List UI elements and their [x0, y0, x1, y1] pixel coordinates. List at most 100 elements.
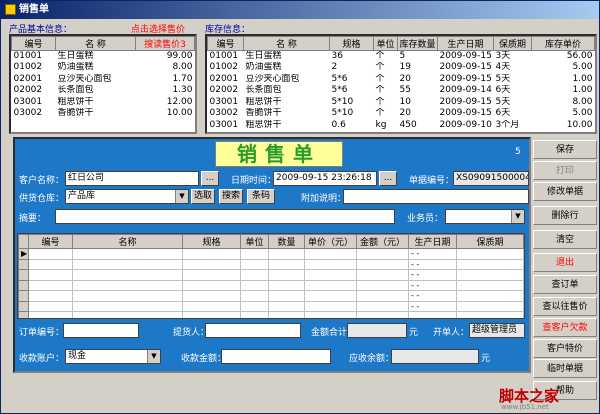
detail-cell[interactable]	[304, 279, 357, 291]
detail-cell[interactable]	[456, 290, 524, 302]
product-grid[interactable]: 编号名 称搜读售价3 01001 生日蛋糕 99.00 01002 奶油蛋糕 8.00 020…	[9, 34, 197, 134]
detail-cell[interactable]	[304, 290, 357, 302]
detail-cell[interactable]	[268, 279, 305, 291]
detail-cell[interactable]	[240, 279, 269, 291]
detail-cell[interactable]	[356, 290, 409, 302]
detail-cell[interactable]	[408, 311, 457, 318]
detail-cell[interactable]	[72, 300, 183, 312]
detail-grid[interactable]: 编号 名称 规格 单位 数量 单价（元） 金额（元） 生产日期 保质期 ▶ - -- -- -- -…	[17, 233, 525, 319]
detail-cell[interactable]	[356, 300, 409, 312]
customer-field[interactable]: 红日公司	[65, 171, 199, 186]
stock-row[interactable]: 01001 生日蛋糕 36 个 5 2009-09-15 3天 56.00	[208, 51, 595, 63]
product-col-header[interactable]: 名 称	[55, 36, 136, 51]
detail-cell[interactable]	[182, 269, 241, 281]
detail-cell[interactable]	[456, 300, 524, 312]
note-field[interactable]	[343, 189, 529, 204]
sidebar-button[interactable]: 打印	[533, 161, 597, 180]
detail-cell[interactable]	[356, 311, 409, 318]
detail-cell[interactable]	[72, 269, 183, 281]
detail-cell[interactable]	[268, 269, 305, 281]
detail-cell[interactable]	[182, 290, 241, 302]
detail-cell[interactable]: - -	[408, 279, 457, 291]
stock-col-header[interactable]: 单位	[373, 36, 398, 51]
sidebar-button[interactable]: 退出	[533, 253, 597, 272]
row-selector[interactable]	[18, 279, 29, 291]
sidebar-button[interactable]: 删除行	[533, 206, 597, 225]
detail-col-header[interactable]: 金额（元）	[356, 234, 409, 249]
detail-cell[interactable]	[456, 279, 524, 291]
detail-cell[interactable]: - -	[408, 290, 457, 302]
detail-cell[interactable]	[28, 300, 73, 312]
sidebar-button[interactable]: 查订单	[533, 275, 597, 294]
product-col-header[interactable]: 搜读售价3	[135, 36, 195, 51]
detail-col-header[interactable]: 名称	[72, 234, 183, 249]
sidebar-button[interactable]: 保存	[533, 140, 597, 159]
detail-cell[interactable]: - -	[408, 258, 457, 270]
detail-cell[interactable]	[72, 279, 183, 291]
sidebar-button[interactable]: 修改单据	[533, 182, 597, 201]
stock-col-header[interactable]: 保质期	[493, 36, 532, 51]
stock-row[interactable]: 02002 长条面包 5*6 个 55 2009-09-14 6天 1.00	[208, 85, 595, 97]
row-selector[interactable]	[18, 311, 29, 318]
detail-cell[interactable]	[28, 258, 73, 270]
detail-cell[interactable]	[182, 248, 241, 260]
product-row[interactable]: 02002 长条面包 1.30	[12, 85, 195, 97]
detail-cell[interactable]	[268, 300, 305, 312]
sidebar-button[interactable]: 清空	[533, 230, 597, 249]
detail-cell[interactable]	[72, 311, 183, 318]
product-row[interactable]: 02001 豆沙夹心面包 1.70	[12, 74, 195, 86]
date-more-button[interactable]: ...	[379, 171, 397, 186]
detail-col-header[interactable]: 生产日期	[408, 234, 457, 249]
detail-cell[interactable]	[456, 248, 524, 260]
salesman-select[interactable]: ▼	[445, 209, 525, 224]
detail-cell[interactable]	[72, 248, 183, 260]
order-no2-field[interactable]	[63, 323, 139, 338]
product-row[interactable]: 03001 粗思饼干 12.00	[12, 97, 195, 109]
detail-cell[interactable]	[304, 311, 357, 318]
date-field[interactable]: 2009-09-15 23:26:18	[273, 171, 377, 186]
detail-cell[interactable]	[182, 300, 241, 312]
detail-cell[interactable]	[182, 279, 241, 291]
detail-cell[interactable]	[456, 258, 524, 270]
detail-cell[interactable]	[72, 290, 183, 302]
product-row[interactable]: 03002 香脆饼干 10.00	[12, 108, 195, 120]
account-select[interactable]: 现金 ▼	[65, 349, 161, 364]
detail-col-header[interactable]: 单价（元）	[304, 234, 357, 249]
detail-cell[interactable]	[28, 290, 73, 302]
detail-cell[interactable]	[240, 258, 269, 270]
product-row[interactable]: 01002 奶油蛋糕 8.00	[12, 62, 195, 74]
detail-cell[interactable]	[356, 248, 409, 260]
detail-col-header[interactable]: 规格	[182, 234, 241, 249]
stock-col-header[interactable]: 库存单价	[531, 36, 595, 51]
sidebar-button[interactable]: 查客户欠款	[533, 318, 597, 337]
stock-row[interactable]: 03002 香脆饼干 5*10 个 20 2009-09-15 6天 5.00	[208, 108, 595, 120]
detail-cell[interactable]	[240, 290, 269, 302]
detail-cell[interactable]	[28, 248, 73, 260]
detail-col-header[interactable]: 单位	[240, 234, 269, 249]
sidebar-button[interactable]: 临时单据	[533, 359, 597, 378]
stock-col-header[interactable]: 编号	[207, 36, 244, 51]
select-button[interactable]: 选取	[191, 189, 215, 204]
customer-more-button[interactable]: ...	[201, 171, 219, 186]
detail-col-header[interactable]: 编号	[28, 234, 73, 249]
product-col-header[interactable]: 编号	[11, 36, 56, 51]
detail-cell[interactable]: - -	[408, 300, 457, 312]
detail-cell[interactable]	[72, 258, 183, 270]
detail-cell[interactable]	[304, 258, 357, 270]
detail-cell[interactable]: - -	[408, 269, 457, 281]
detail-row[interactable]: - -	[18, 300, 524, 312]
detail-row[interactable]: - -	[18, 269, 524, 281]
detail-cell[interactable]	[456, 311, 524, 318]
detail-cell[interactable]	[28, 279, 73, 291]
detail-col-header[interactable]: 保质期	[456, 234, 524, 249]
stock-col-header[interactable]: 生产日期	[437, 36, 494, 51]
detail-cell[interactable]	[268, 248, 305, 260]
chevron-down-icon[interactable]: ▼	[175, 190, 188, 203]
row-selector[interactable]	[18, 300, 29, 312]
sidebar-button[interactable]: 查以往售价	[533, 297, 597, 316]
detail-cell[interactable]	[456, 269, 524, 281]
stock-col-header[interactable]: 名 称	[243, 36, 330, 51]
detail-cell[interactable]	[268, 311, 305, 318]
row-selector[interactable]: ▶	[18, 248, 29, 260]
warehouse-select[interactable]: 产品库 ▼	[65, 189, 189, 204]
